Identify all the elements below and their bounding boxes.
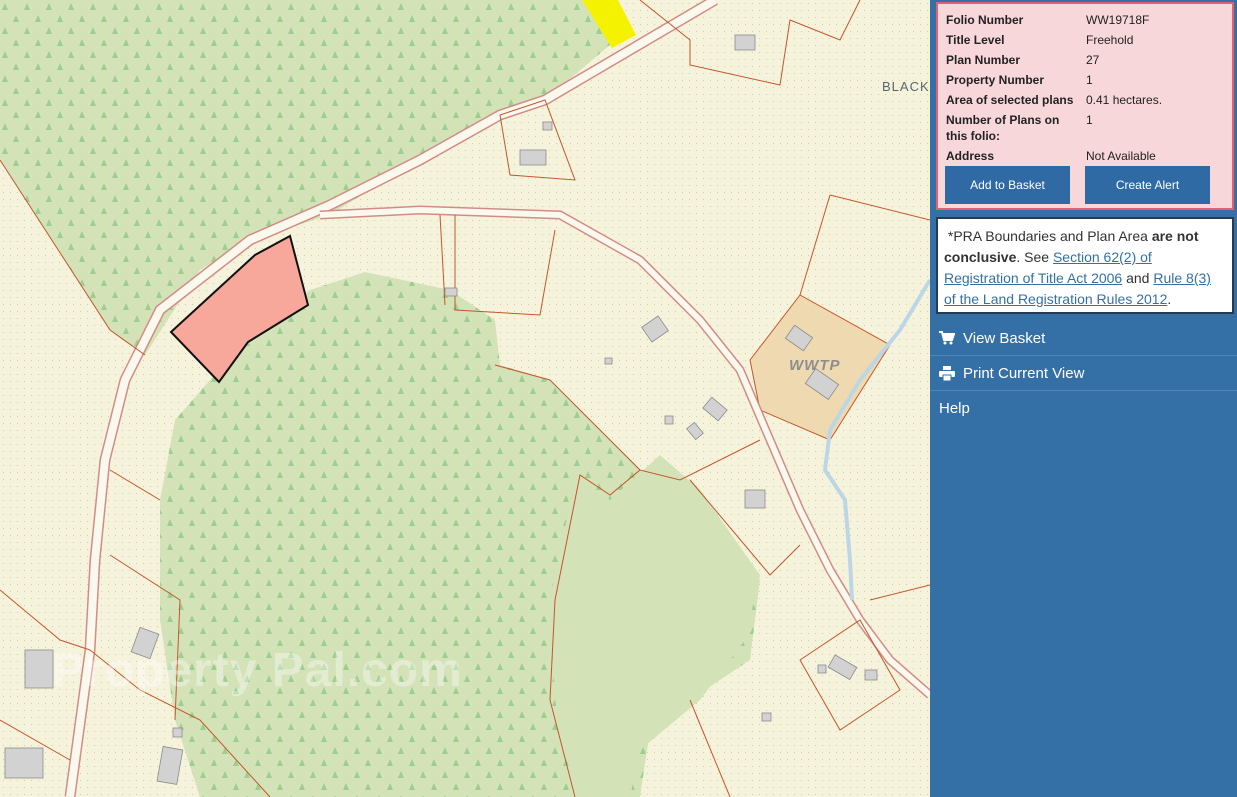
create-alert-button[interactable]: Create Alert: [1085, 166, 1210, 204]
area-value: 0.41 hectares.: [1086, 93, 1163, 107]
add-to-basket-button[interactable]: Add to Basket: [945, 166, 1070, 204]
property-number-value: 1: [1086, 73, 1093, 87]
plans-count-value: 1: [1086, 113, 1093, 127]
folio-info-panel: Folio Number WW19718F Title Level Freeho…: [936, 2, 1234, 210]
help-link[interactable]: Help: [930, 391, 1237, 426]
notice-suffix: .: [1167, 291, 1172, 307]
plan-number-value: 27: [1086, 53, 1100, 67]
wwtp-label: WWTP: [789, 357, 841, 374]
title-level-value: Freehold: [1086, 33, 1134, 47]
disclaimer-notice: *PRA Boundaries and Plan Area are not co…: [936, 217, 1234, 314]
notice-middle: . See: [1016, 249, 1053, 265]
folio-number-label: Folio Number: [946, 13, 1024, 27]
plans-count-label: Number of Plans on this folio:: [946, 113, 1060, 143]
title-level-label: Title Level: [946, 33, 1005, 47]
notice-prefix: *PRA Boundaries and Plan Area: [947, 228, 1152, 244]
view-basket-label: View Basket: [963, 329, 1046, 347]
shopping-cart-icon: [939, 331, 963, 345]
address-value: Not Available: [1086, 149, 1156, 163]
print-view-link[interactable]: Print Current View: [930, 356, 1237, 391]
view-basket-link[interactable]: View Basket: [930, 321, 1237, 356]
area-label: Area of selected plans: [946, 93, 1074, 107]
place-label: BLACKR: [882, 79, 930, 94]
watermark: Property Pal.com: [52, 644, 463, 697]
address-label: Address: [946, 149, 995, 163]
print-view-label: Print Current View: [963, 364, 1085, 382]
notice-and: and: [1122, 270, 1154, 286]
help-label: Help: [939, 400, 970, 417]
map-canvas[interactable]: BLACKR WWTP Property Pal.com: [0, 0, 930, 797]
folio-number-value: WW19718F: [1086, 13, 1150, 27]
printer-icon: [939, 365, 963, 381]
plan-number-label: Plan Number: [946, 53, 1021, 67]
property-number-label: Property Number: [946, 73, 1045, 87]
